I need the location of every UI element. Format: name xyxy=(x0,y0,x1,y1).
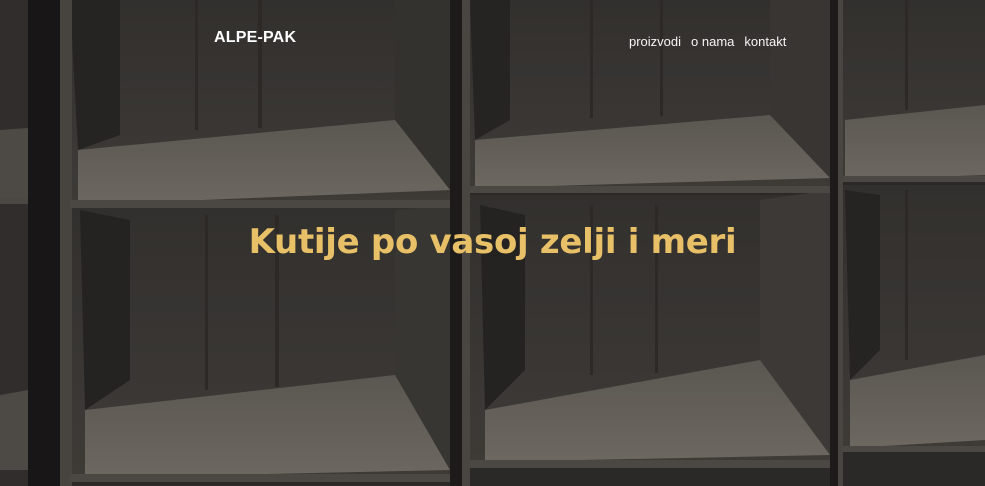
brand-logo[interactable]: ALPE-PAK xyxy=(214,29,296,47)
nav-link-kontakt[interactable]: kontakt xyxy=(744,34,786,49)
nav-link-o-nama[interactable]: o nama xyxy=(691,34,734,49)
nav-link-proizvodi[interactable]: proizvodi xyxy=(629,34,681,49)
hero-headline: Kutije po vasoj zelji i meri xyxy=(248,222,737,262)
main-nav: proizvodi o nama kontakt xyxy=(629,34,786,49)
